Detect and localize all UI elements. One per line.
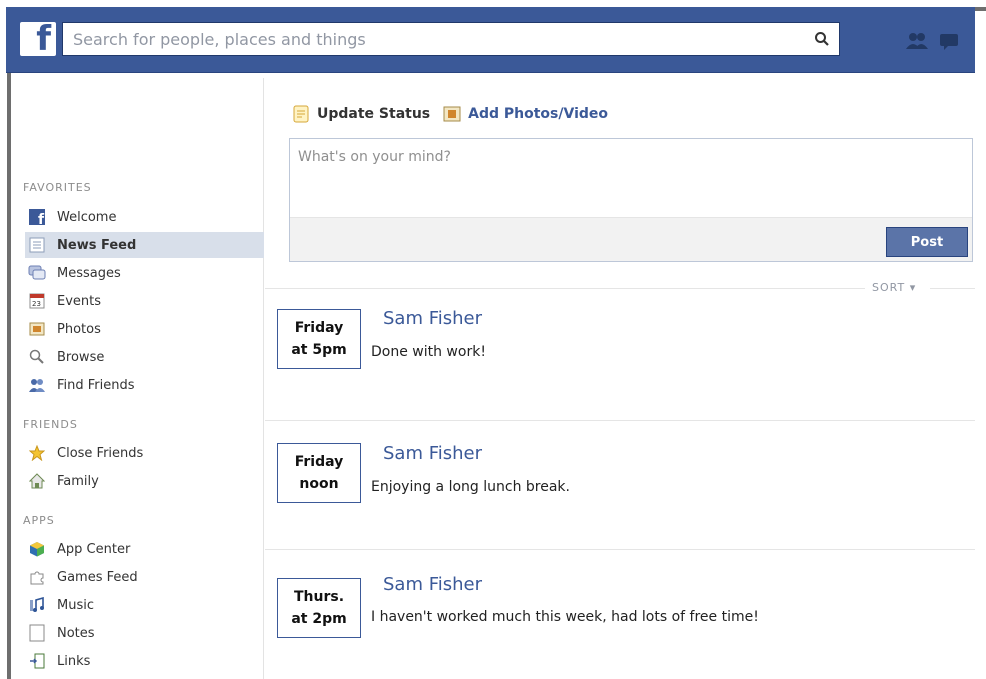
feed-story: Thurs. at 2pm Sam Fisher I haven't worke… — [265, 550, 975, 679]
magnifier-icon — [27, 347, 47, 367]
star-icon — [27, 443, 47, 463]
sidebar-item-app-center[interactable]: App Center — [25, 536, 264, 562]
date-line: noon — [299, 476, 339, 492]
date-line: Friday — [294, 320, 344, 336]
photos-icon — [27, 319, 47, 339]
sidebar-item-find-friends[interactable]: Find Friends — [25, 372, 264, 398]
sidebar-item-label: News Feed — [57, 237, 137, 253]
sidebar-item-label: Messages — [57, 265, 121, 281]
tab-label: Add Photos/Video — [468, 106, 609, 122]
search-icon[interactable] — [805, 23, 839, 55]
section-title-apps: APPS — [23, 514, 55, 527]
sidebar-item-label: App Center — [57, 541, 131, 557]
date-line: at 5pm — [291, 342, 347, 358]
left-sidebar: FAVORITES f Welcome News Feed Messages 2… — [11, 78, 264, 679]
story-text: Enjoying a long lunch break. — [371, 479, 570, 495]
friend-requests-icon[interactable] — [906, 31, 928, 51]
messages-icon — [27, 263, 47, 283]
sidebar-item-browse[interactable]: Browse — [25, 344, 264, 370]
sidebar-item-label: Close Friends — [57, 445, 144, 461]
status-composer: Post — [289, 138, 973, 262]
sidebar-item-label: Notes — [57, 625, 95, 641]
sidebar-item-music[interactable]: Music — [25, 592, 264, 618]
date-line: Friday — [294, 454, 344, 470]
date-line: at 2pm — [291, 611, 347, 627]
story-text: Done with work! — [371, 344, 486, 360]
photos-icon — [443, 106, 461, 122]
tab-label: Update Status — [317, 106, 431, 122]
feed-story: Friday at 5pm Sam Fisher Done with work! — [265, 290, 975, 420]
sidebar-item-news-feed[interactable]: News Feed — [25, 232, 264, 258]
facebook-icon: f — [27, 207, 47, 227]
sidebar-item-notes[interactable]: Notes — [25, 620, 264, 646]
sidebar-item-label: Family — [57, 473, 99, 489]
search-input[interactable] — [63, 23, 805, 55]
composer-footer: Post — [290, 217, 972, 261]
status-icon — [293, 105, 309, 123]
sidebar-item-events[interactable]: 23 Events — [25, 288, 264, 314]
top-icons — [906, 31, 960, 51]
sidebar-item-label: Music — [57, 597, 94, 613]
top-bar: f — [6, 7, 975, 73]
sidebar-item-welcome[interactable]: f Welcome — [25, 204, 264, 230]
messages-icon[interactable] — [938, 31, 960, 51]
sidebar-item-label: Links — [57, 653, 91, 669]
app-center-icon — [27, 539, 47, 559]
news-feed-icon — [27, 235, 47, 255]
svg-text:f: f — [38, 212, 45, 225]
sidebar-item-label: Browse — [57, 349, 105, 365]
story-date-box: Friday noon — [277, 443, 361, 503]
feed-story: Friday noon Sam Fisher Enjoying a long l… — [265, 421, 975, 549]
sidebar-item-links[interactable]: Links — [25, 648, 264, 674]
post-button[interactable]: Post — [886, 227, 968, 257]
story-author-link[interactable]: Sam Fisher — [383, 574, 482, 595]
composer-tabs: Update Status Add Photos/Video — [291, 104, 620, 124]
friends-icon — [27, 375, 47, 395]
story-text: I haven't worked much this week, had lot… — [371, 609, 759, 625]
sidebar-item-photos[interactable]: Photos — [25, 316, 264, 342]
sidebar-item-close-friends[interactable]: Close Friends — [25, 440, 264, 466]
facebook-logo-icon[interactable]: f — [20, 22, 56, 56]
tab-update-status[interactable]: Update Status — [291, 104, 430, 124]
sidebar-item-games-feed[interactable]: Games Feed — [25, 564, 264, 590]
calendar-icon: 23 — [27, 291, 47, 311]
date-line: Thurs. — [293, 589, 345, 605]
puzzle-icon — [27, 567, 47, 587]
sidebar-item-family[interactable]: Family — [25, 468, 264, 494]
story-date-box: Thurs. at 2pm — [277, 578, 361, 638]
divider — [265, 288, 865, 289]
sidebar-item-label: Events — [57, 293, 102, 309]
house-icon — [27, 471, 47, 491]
status-input[interactable] — [290, 139, 972, 217]
divider — [930, 288, 975, 289]
story-author-link[interactable]: Sam Fisher — [383, 308, 482, 329]
sidebar-item-messages[interactable]: Messages — [25, 260, 264, 286]
search-bar — [62, 22, 840, 56]
sidebar-item-label: Welcome — [57, 209, 117, 225]
section-title-favorites: FAVORITES — [23, 181, 92, 194]
sidebar-item-label: Photos — [57, 321, 101, 337]
tab-add-photos-video[interactable]: Add Photos/Video — [442, 104, 608, 124]
story-date-box: Friday at 5pm — [277, 309, 361, 369]
sidebar-item-label: Find Friends — [57, 377, 135, 393]
section-title-friends: FRIENDS — [23, 418, 78, 431]
story-author-link[interactable]: Sam Fisher — [383, 443, 482, 464]
links-icon — [27, 651, 47, 671]
music-icon — [27, 595, 47, 615]
notes-icon — [27, 623, 47, 643]
svg-text:23: 23 — [32, 300, 41, 308]
sidebar-item-label: Games Feed — [57, 569, 138, 585]
